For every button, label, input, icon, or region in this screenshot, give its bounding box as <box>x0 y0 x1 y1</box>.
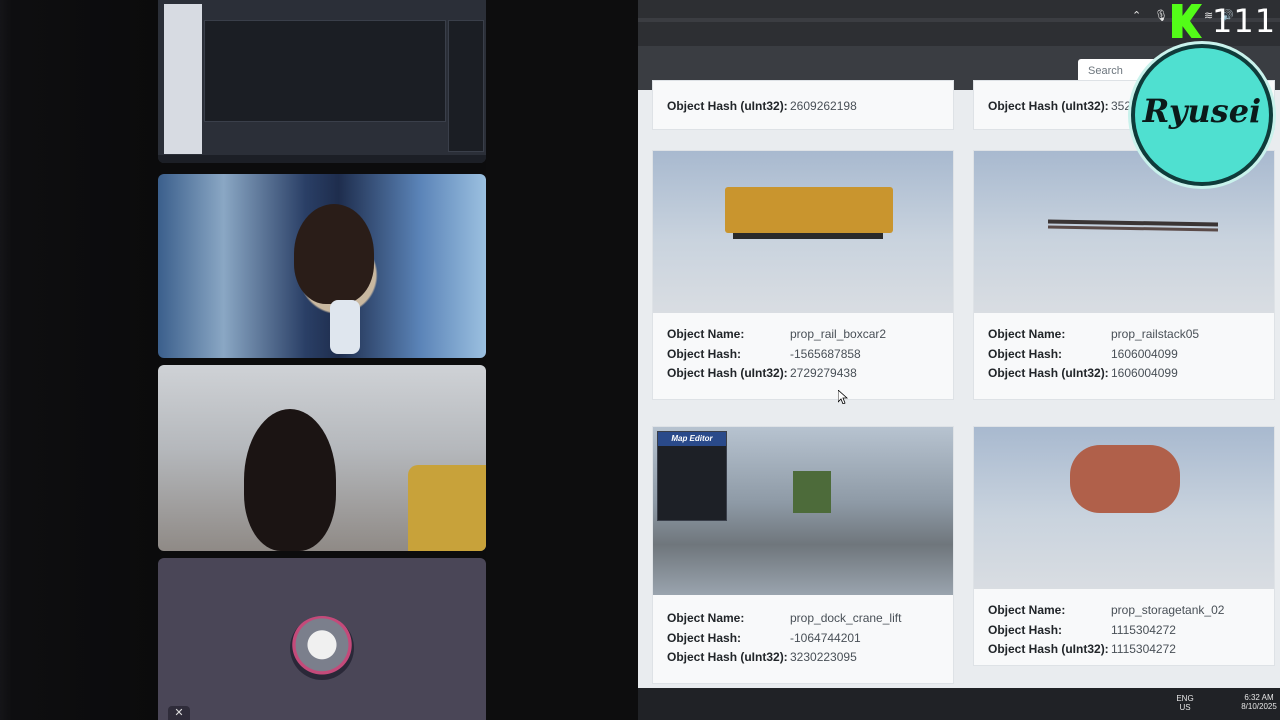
shared-taskbar <box>158 155 486 163</box>
participant-1 <box>294 204 374 304</box>
object-hash-value: 1115304272 <box>1111 622 1176 637</box>
clock[interactable]: 6:32 AM 8/10/2025 <box>1238 693 1280 711</box>
hash-uint-label: Object Hash (uInt32): <box>988 366 1109 380</box>
language-code: ENG <box>1176 694 1194 703</box>
object-hash-label: Object Hash: <box>667 346 742 361</box>
object-card[interactable]: Object Name: prop_storagetank_02 Object H… <box>973 426 1275 666</box>
microphone-icon[interactable]: 🎙 <box>1154 0 1168 32</box>
object-hash-value: -1064744201 <box>790 630 861 645</box>
hash-uint-label: Object Hash (uInt32): <box>667 650 788 664</box>
object-preview-image <box>653 151 953 313</box>
clock-date: 8/10/2025 <box>1241 702 1277 711</box>
channel-logo: Ryusei <box>1135 48 1269 182</box>
viewer-count: 111 <box>1212 2 1277 40</box>
participant-2 <box>244 409 336 551</box>
participant-avatar <box>290 616 354 680</box>
object-name-value: prop_rail_boxcar2 <box>790 327 887 341</box>
hash-uint-label: Object Hash (uInt32): <box>988 642 1109 656</box>
object-name-label: Object Name: <box>988 603 1066 617</box>
shared-window-grid <box>204 20 446 122</box>
map-editor-title: Map Editor <box>658 432 726 446</box>
webcam-tile-1[interactable] <box>158 174 486 358</box>
shared-side-window <box>448 20 484 152</box>
object-hash-label: Object Hash: <box>988 622 1063 637</box>
object-hash-value: -1565687858 <box>790 346 861 361</box>
object-name-label: Object Name: <box>667 611 745 625</box>
object-card[interactable]: Object Name: prop_railstack05 Object Hash… <box>973 150 1275 400</box>
object-name-label: Object Name: <box>988 327 1066 341</box>
hash-uint-value: 2609262198 <box>790 99 857 113</box>
screen-share-tile[interactable] <box>158 0 486 163</box>
storagetank-model <box>1070 445 1180 513</box>
channel-logo-text: Ryusei <box>1142 92 1262 130</box>
gutter <box>486 0 638 720</box>
object-hash-label: Object Hash: <box>988 346 1063 361</box>
object-name-label: Object Name: <box>667 327 745 341</box>
object-preview-image: Map Editor <box>653 427 953 595</box>
language-indicator[interactable]: ENG US <box>1174 694 1196 712</box>
show-hidden-icons[interactable]: ⌃ <box>1132 0 1141 32</box>
map-editor-menu: Map Editor <box>657 431 727 521</box>
card-partial-left: Object Hash (uInt32): 2609262198 <box>652 80 954 130</box>
hash-uint-value: 2729279438 <box>790 366 857 380</box>
object-name-value: prop_storagetank_02 <box>1111 603 1225 617</box>
clock-time: 6:32 AM <box>1244 693 1274 702</box>
object-card[interactable]: Object Name: prop_rail_boxcar2 Object Has… <box>652 150 954 400</box>
keyboard-region: US <box>1179 703 1191 712</box>
file-explorer-panel <box>164 4 202 154</box>
hash-uint-value: 3230223095 <box>790 650 857 664</box>
hash-uint-label: Object Hash (uInt32): <box>988 99 1109 113</box>
hash-uint-value: 1115304272 <box>1111 642 1176 656</box>
left-background <box>0 0 160 720</box>
crane-lift-model <box>793 471 831 513</box>
object-name-value: prop_railstack05 <box>1111 327 1200 341</box>
object-card[interactable]: Map Editor Object Name: prop_dock_crane_l… <box>652 426 954 684</box>
hash-uint-value: 352 <box>1111 99 1132 113</box>
object-hash-label: Object Hash: <box>667 630 742 645</box>
object-preview-image <box>974 427 1274 589</box>
webcam-tile-2[interactable] <box>158 365 486 551</box>
mic-muted-icon: ✕ <box>168 706 190 720</box>
hash-uint-label: Object Hash (uInt32): <box>667 99 788 113</box>
chair <box>408 465 486 551</box>
boxcar-wheels <box>733 233 883 239</box>
microphone <box>330 300 360 354</box>
hash-uint-value: 1606004099 <box>1111 366 1178 380</box>
object-name-value: prop_dock_crane_lift <box>790 611 902 625</box>
hash-uint-label: Object Hash (uInt32): <box>667 366 788 380</box>
object-hash-value: 1606004099 <box>1111 346 1178 361</box>
railstack-model-lower <box>1047 225 1219 232</box>
boxcar-model <box>725 187 893 233</box>
